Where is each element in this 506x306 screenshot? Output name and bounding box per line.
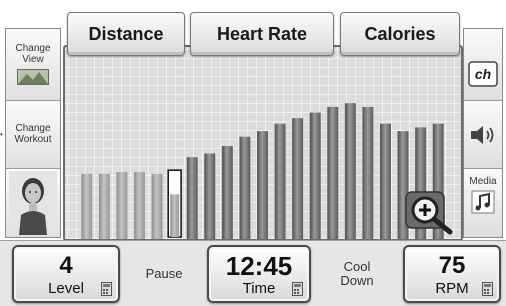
change-view-button[interactable]: Change View [6, 29, 60, 101]
tab-calories-label: Calories [364, 23, 436, 44]
current-bar-progress [170, 194, 180, 237]
profile-bar [380, 123, 391, 239]
profile-bar [116, 172, 128, 239]
rpm-value: 75 [438, 252, 466, 279]
change-view-label: Change View [15, 43, 51, 65]
tab-calories[interactable]: Calories [340, 12, 460, 56]
time-readout[interactable]: 12:45 Time [207, 245, 311, 303]
volume-icon [471, 126, 494, 144]
profile-bar [204, 153, 216, 239]
workout-profile-chart [81, 103, 444, 239]
profile-bar [362, 106, 374, 239]
channel-icon: ch [468, 61, 498, 87]
profile-bar [257, 131, 268, 239]
channel-button[interactable]: ch [464, 29, 502, 101]
profile-bar [327, 106, 339, 239]
profile-bar [81, 173, 93, 239]
user-avatar-icon [9, 171, 57, 235]
profile-bar [98, 173, 110, 239]
profile-bar [221, 146, 233, 239]
profile-bar [344, 103, 356, 239]
keypad-icon [482, 282, 493, 296]
cool-down-label: Cool Down [340, 259, 374, 288]
pause-button[interactable]: Pause [126, 250, 202, 298]
keypad-icon [292, 282, 303, 296]
workout-screen: Distance Heart Rate Calories Change View… [0, 0, 506, 306]
time-value: 12:45 [225, 251, 293, 281]
tab-distance[interactable]: Distance [67, 12, 185, 56]
profile-bar [292, 118, 304, 239]
rpm-readout[interactable]: 75 RPM [403, 245, 501, 303]
right-rail: ch Media [463, 28, 503, 238]
left-rail: Change View Change Workout [5, 28, 61, 238]
profile-bar [186, 157, 198, 239]
media-button[interactable]: Media [464, 169, 502, 237]
avatar-button[interactable] [6, 169, 60, 237]
profile-bar [309, 112, 321, 239]
profile-bar [274, 123, 286, 239]
zoom-in-icon[interactable] [404, 190, 456, 236]
keypad-icon [101, 282, 112, 296]
level-value: 4 [59, 252, 73, 279]
pause-label: Pause [145, 266, 183, 281]
landscape-icon [17, 69, 49, 85]
change-workout-button[interactable]: Change Workout [6, 101, 60, 169]
profile-bar [134, 172, 145, 239]
volume-button[interactable] [464, 101, 502, 169]
cool-down-button[interactable]: Cool Down [316, 250, 398, 298]
channel-label: ch [475, 66, 491, 82]
workout-chart-panel [63, 45, 463, 241]
music-note-icon [471, 190, 495, 214]
tab-distance-label: Distance [88, 23, 164, 44]
change-workout-label: Change Workout [14, 123, 52, 145]
tab-heart-rate[interactable]: Heart Rate [190, 12, 334, 56]
media-label: Media [469, 176, 497, 187]
profile-bar [239, 136, 251, 239]
level-readout[interactable]: 4 Level [12, 245, 120, 303]
side-marker: • [0, 130, 3, 139]
profile-bar [151, 173, 163, 239]
tab-heart-rate-label: Heart Rate [216, 23, 308, 44]
